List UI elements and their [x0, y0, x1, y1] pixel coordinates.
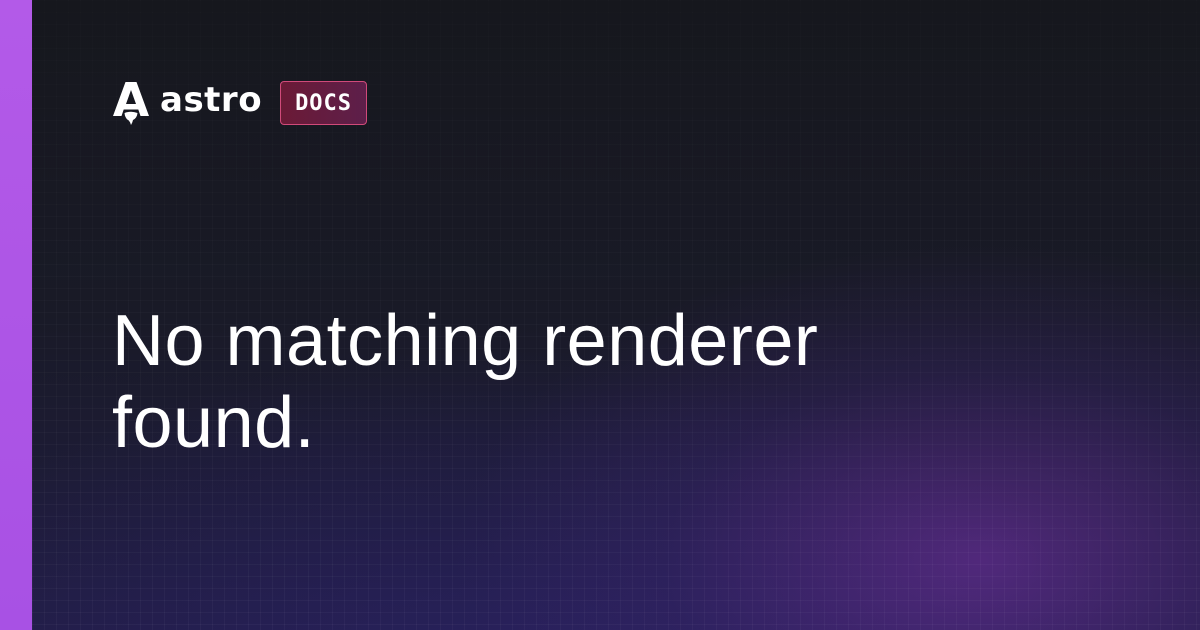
og-card: astro DOCS No matching renderer found.	[0, 0, 1200, 630]
page-title: No matching renderer found.	[112, 301, 819, 463]
brand-logo-row: astro DOCS	[112, 80, 368, 126]
astro-rocket-icon	[113, 82, 149, 125]
docs-badge: DOCS	[280, 81, 368, 125]
accent-stripe	[0, 0, 32, 630]
astro-wordmark: astro	[160, 80, 263, 120]
